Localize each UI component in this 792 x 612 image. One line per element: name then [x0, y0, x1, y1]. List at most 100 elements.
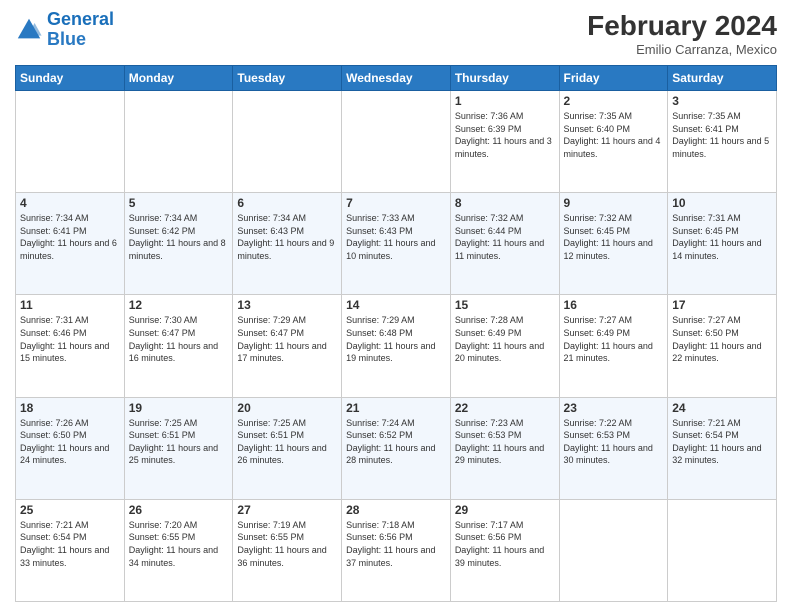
calendar-day-cell: 11 Sunrise: 7:31 AMSunset: 6:46 PMDayligh…	[16, 295, 125, 397]
calendar-day-cell: 28 Sunrise: 7:18 AMSunset: 6:56 PMDayligh…	[342, 499, 451, 601]
calendar-day-cell: 1 Sunrise: 7:36 AMSunset: 6:39 PMDaylight…	[450, 91, 559, 193]
calendar-day-cell: 14Sunrise: 7:29 AMSunset: 6:48 PMDayligh…	[342, 295, 451, 397]
day-info: Sunrise: 7:34 AMSunset: 6:42 PMDaylight:…	[129, 212, 229, 262]
calendar-week-row: 18 Sunrise: 7:26 AMSunset: 6:50 PMDayligh…	[16, 397, 777, 499]
page: General Blue February 2024 Emilio Carran…	[0, 0, 792, 612]
day-number: 18	[20, 401, 120, 415]
calendar-day-cell: 26 Sunrise: 7:20 AMSunset: 6:55 PMDayligh…	[124, 499, 233, 601]
title-block: February 2024 Emilio Carranza, Mexico	[587, 10, 777, 57]
day-info: Sunrise: 7:28 AMSunset: 6:49 PMDaylight:…	[455, 314, 555, 364]
calendar-day-cell: 23Sunrise: 7:22 AMSunset: 6:53 PMDayligh…	[559, 397, 668, 499]
calendar-day-cell: 6 Sunrise: 7:34 AMSunset: 6:43 PMDaylight…	[233, 193, 342, 295]
calendar-day-cell: 16 Sunrise: 7:27 AMSunset: 6:49 PMDayligh…	[559, 295, 668, 397]
calendar-day-cell: 20 Sunrise: 7:25 AMSunset: 6:51 PMDayligh…	[233, 397, 342, 499]
day-info: Sunrise: 7:19 AMSunset: 6:55 PMDaylight:…	[237, 519, 337, 569]
calendar-week-row: 4Sunrise: 7:34 AMSunset: 6:41 PMDaylight…	[16, 193, 777, 295]
day-info: Sunrise: 7:35 AMSunset: 6:40 PMDaylight:…	[564, 110, 664, 160]
day-number: 7	[346, 196, 446, 210]
calendar-day-cell: 19 Sunrise: 7:25 AMSunset: 6:51 PMDayligh…	[124, 397, 233, 499]
calendar-day-cell: 4Sunrise: 7:34 AMSunset: 6:41 PMDaylight…	[16, 193, 125, 295]
day-number: 11	[20, 298, 120, 312]
calendar-day-cell: 3Sunrise: 7:35 AMSunset: 6:41 PMDaylight…	[668, 91, 777, 193]
calendar-day-cell	[233, 91, 342, 193]
day-number: 1	[455, 94, 555, 108]
day-number: 5	[129, 196, 229, 210]
calendar-day-cell: 13 Sunrise: 7:29 AMSunset: 6:47 PMDayligh…	[233, 295, 342, 397]
logo-text: General Blue	[47, 10, 114, 50]
day-number: 12	[129, 298, 229, 312]
calendar-table: SundayMondayTuesdayWednesdayThursdayFrid…	[15, 65, 777, 602]
day-number: 4	[20, 196, 120, 210]
day-number: 23	[564, 401, 664, 415]
calendar-day-cell: 27Sunrise: 7:19 AMSunset: 6:55 PMDayligh…	[233, 499, 342, 601]
calendar-day-cell: 24Sunrise: 7:21 AMSunset: 6:54 PMDayligh…	[668, 397, 777, 499]
day-number: 28	[346, 503, 446, 517]
calendar-day-cell: 15 Sunrise: 7:28 AMSunset: 6:49 PMDayligh…	[450, 295, 559, 397]
calendar-header-cell: Thursday	[450, 66, 559, 91]
day-number: 22	[455, 401, 555, 415]
day-info: Sunrise: 7:33 AMSunset: 6:43 PMDaylight:…	[346, 212, 446, 262]
calendar-day-cell	[559, 499, 668, 601]
day-info: Sunrise: 7:18 AMSunset: 6:56 PMDaylight:…	[346, 519, 446, 569]
day-info: Sunrise: 7:32 AMSunset: 6:44 PMDaylight:…	[455, 212, 555, 262]
calendar-day-cell	[668, 499, 777, 601]
calendar-day-cell: 10 Sunrise: 7:31 AMSunset: 6:45 PMDayligh…	[668, 193, 777, 295]
calendar-day-cell: 5 Sunrise: 7:34 AMSunset: 6:42 PMDaylight…	[124, 193, 233, 295]
header: General Blue February 2024 Emilio Carran…	[15, 10, 777, 57]
calendar-week-row: 25 Sunrise: 7:21 AMSunset: 6:54 PMDayligh…	[16, 499, 777, 601]
day-info: Sunrise: 7:30 AMSunset: 6:47 PMDaylight:…	[129, 314, 229, 364]
calendar-day-cell	[16, 91, 125, 193]
calendar-day-cell: 8 Sunrise: 7:32 AMSunset: 6:44 PMDaylight…	[450, 193, 559, 295]
day-number: 21	[346, 401, 446, 415]
day-info: Sunrise: 7:34 AMSunset: 6:43 PMDaylight:…	[237, 212, 337, 262]
day-info: Sunrise: 7:23 AMSunset: 6:53 PMDaylight:…	[455, 417, 555, 467]
day-info: Sunrise: 7:26 AMSunset: 6:50 PMDaylight:…	[20, 417, 120, 467]
day-number: 13	[237, 298, 337, 312]
day-number: 10	[672, 196, 772, 210]
day-number: 26	[129, 503, 229, 517]
calendar-day-cell: 22 Sunrise: 7:23 AMSunset: 6:53 PMDayligh…	[450, 397, 559, 499]
day-number: 24	[672, 401, 772, 415]
calendar-week-row: 1 Sunrise: 7:36 AMSunset: 6:39 PMDaylight…	[16, 91, 777, 193]
day-info: Sunrise: 7:27 AMSunset: 6:49 PMDaylight:…	[564, 314, 664, 364]
day-info: Sunrise: 7:21 AMSunset: 6:54 PMDaylight:…	[20, 519, 120, 569]
day-number: 25	[20, 503, 120, 517]
day-number: 19	[129, 401, 229, 415]
calendar-day-cell: 29Sunrise: 7:17 AMSunset: 6:56 PMDayligh…	[450, 499, 559, 601]
day-info: Sunrise: 7:29 AMSunset: 6:47 PMDaylight:…	[237, 314, 337, 364]
calendar-day-cell: 9 Sunrise: 7:32 AMSunset: 6:45 PMDaylight…	[559, 193, 668, 295]
day-info: Sunrise: 7:31 AMSunset: 6:46 PMDaylight:…	[20, 314, 120, 364]
day-info: Sunrise: 7:24 AMSunset: 6:52 PMDaylight:…	[346, 417, 446, 467]
logo-icon	[15, 16, 43, 44]
day-number: 8	[455, 196, 555, 210]
day-number: 9	[564, 196, 664, 210]
calendar-header-cell: Saturday	[668, 66, 777, 91]
day-info: Sunrise: 7:20 AMSunset: 6:55 PMDaylight:…	[129, 519, 229, 569]
calendar-day-cell: 25 Sunrise: 7:21 AMSunset: 6:54 PMDayligh…	[16, 499, 125, 601]
day-number: 20	[237, 401, 337, 415]
day-info: Sunrise: 7:27 AMSunset: 6:50 PMDaylight:…	[672, 314, 772, 364]
day-number: 3	[672, 94, 772, 108]
calendar-header-cell: Monday	[124, 66, 233, 91]
day-info: Sunrise: 7:25 AMSunset: 6:51 PMDaylight:…	[129, 417, 229, 467]
day-info: Sunrise: 7:36 AMSunset: 6:39 PMDaylight:…	[455, 110, 555, 160]
day-number: 29	[455, 503, 555, 517]
calendar-day-cell: 21 Sunrise: 7:24 AMSunset: 6:52 PMDayligh…	[342, 397, 451, 499]
day-info: Sunrise: 7:32 AMSunset: 6:45 PMDaylight:…	[564, 212, 664, 262]
calendar-day-cell: 12 Sunrise: 7:30 AMSunset: 6:47 PMDayligh…	[124, 295, 233, 397]
day-number: 16	[564, 298, 664, 312]
day-info: Sunrise: 7:29 AMSunset: 6:48 PMDaylight:…	[346, 314, 446, 364]
calendar-header-cell: Friday	[559, 66, 668, 91]
day-number: 6	[237, 196, 337, 210]
day-number: 15	[455, 298, 555, 312]
calendar-header-cell: Sunday	[16, 66, 125, 91]
logo: General Blue	[15, 10, 114, 50]
day-number: 2	[564, 94, 664, 108]
calendar-header-cell: Wednesday	[342, 66, 451, 91]
calendar-day-cell	[124, 91, 233, 193]
day-info: Sunrise: 7:31 AMSunset: 6:45 PMDaylight:…	[672, 212, 772, 262]
calendar-day-cell	[342, 91, 451, 193]
calendar-header-cell: Tuesday	[233, 66, 342, 91]
calendar-day-cell: 2 Sunrise: 7:35 AMSunset: 6:40 PMDaylight…	[559, 91, 668, 193]
day-info: Sunrise: 7:25 AMSunset: 6:51 PMDaylight:…	[237, 417, 337, 467]
